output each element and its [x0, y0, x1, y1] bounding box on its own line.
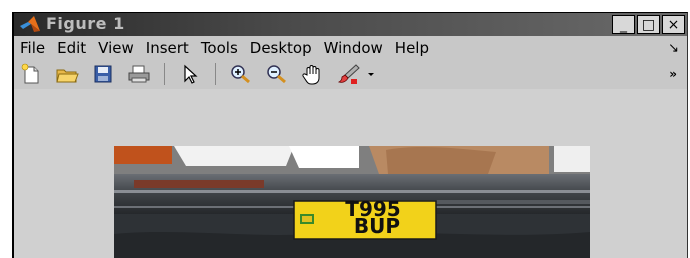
window-title: Figure 1: [46, 14, 125, 33]
new-figure-button[interactable]: [18, 62, 44, 86]
matlab-logo-icon: [20, 16, 40, 32]
menu-help[interactable]: Help: [389, 39, 435, 57]
menu-desktop[interactable]: Desktop: [244, 39, 318, 57]
close-button[interactable]: ×: [662, 15, 685, 34]
pan-button[interactable]: [300, 62, 326, 86]
menu-bar: File Edit View Insert Tools Desktop Wind…: [14, 36, 687, 60]
zoom-out-button[interactable]: [264, 62, 290, 86]
maximize-icon: □: [641, 16, 656, 33]
figure-window: Figure 1 _ □ × File Edit View Insert Too…: [12, 12, 688, 258]
zoom-in-icon: [231, 65, 250, 84]
print-icon: [128, 65, 150, 83]
menu-file[interactable]: File: [14, 39, 51, 57]
select-button[interactable]: [177, 62, 203, 86]
dropdown-arrow-icon: [368, 73, 374, 76]
figure-canvas: T995 BUP: [14, 89, 687, 258]
open-file-icon: [56, 69, 79, 83]
plate-text: T995 BUP: [294, 199, 436, 239]
brush-dropdown-button[interactable]: [364, 62, 378, 86]
window-controls: _ □ ×: [612, 15, 685, 34]
toolbar-separator: [164, 63, 165, 85]
minimize-button[interactable]: _: [612, 15, 635, 34]
toolbar-separator: [215, 63, 216, 85]
zoom-out-icon: [267, 65, 286, 84]
save-button[interactable]: [90, 62, 116, 86]
zoom-in-button[interactable]: [228, 62, 254, 86]
menu-window[interactable]: Window: [318, 39, 389, 57]
plate-line-2: BUP: [353, 214, 401, 238]
maximize-button[interactable]: □: [637, 15, 660, 34]
data-brush-button[interactable]: [336, 62, 362, 86]
print-button[interactable]: [126, 62, 152, 86]
minimize-icon: _: [620, 16, 627, 33]
menu-tools[interactable]: Tools: [195, 39, 244, 57]
open-file-button[interactable]: [54, 62, 80, 86]
pan-hand-icon: [302, 65, 320, 85]
figure-toolbar: »: [14, 60, 687, 88]
close-icon: ×: [667, 16, 680, 33]
data-brush-icon: [337, 64, 360, 84]
menu-overflow-icon[interactable]: ↘: [668, 41, 687, 56]
title-bar[interactable]: Figure 1 _ □ ×: [14, 13, 687, 36]
toolbar-overflow-icon[interactable]: »: [669, 67, 677, 81]
menu-edit[interactable]: Edit: [51, 39, 92, 57]
menu-insert[interactable]: Insert: [140, 39, 195, 57]
select-arrow-icon: [184, 64, 198, 84]
menu-view[interactable]: View: [92, 39, 140, 57]
new-figure-icon: [21, 63, 39, 84]
save-icon: [94, 65, 112, 83]
